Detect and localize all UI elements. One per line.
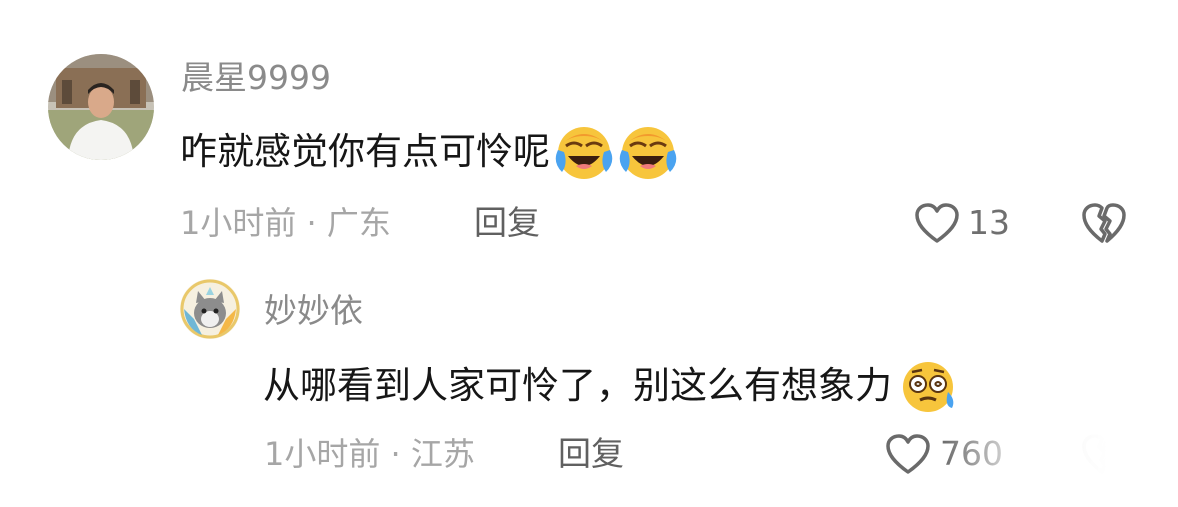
avatar[interactable]	[48, 54, 154, 160]
like-count: 13	[968, 203, 1010, 242]
username[interactable]: 晨星9999	[181, 58, 331, 98]
reply-button[interactable]: 回复	[558, 434, 624, 474]
comment-text: 咋就感觉你有点可怜呢	[180, 122, 678, 182]
time-location: 1小时前 · 广东	[180, 204, 391, 242]
dizzy-sweat-emoji	[903, 362, 954, 412]
username[interactable]: 妙妙依	[264, 291, 363, 331]
heart-outline-icon[interactable]	[913, 201, 961, 245]
broken-heart-icon[interactable]	[1080, 201, 1128, 245]
user-photo	[48, 54, 154, 160]
laughing-crying-emoji	[619, 127, 677, 179]
comment-body: 从哪看到人家可怜了，别这么有想象力	[263, 364, 892, 407]
watermark-fade	[945, 430, 1178, 507]
reply-button[interactable]: 回复	[474, 203, 540, 243]
user-photo	[180, 279, 240, 339]
time-location: 1小时前 · 江苏	[264, 435, 475, 473]
comment-body: 咋就感觉你有点可怜呢	[180, 130, 550, 173]
laughing-crying-emoji	[555, 127, 613, 179]
heart-outline-icon[interactable]	[884, 432, 932, 476]
comment-text: 从哪看到人家可怜了，别这么有想象力	[263, 356, 958, 416]
avatar[interactable]	[180, 279, 240, 339]
